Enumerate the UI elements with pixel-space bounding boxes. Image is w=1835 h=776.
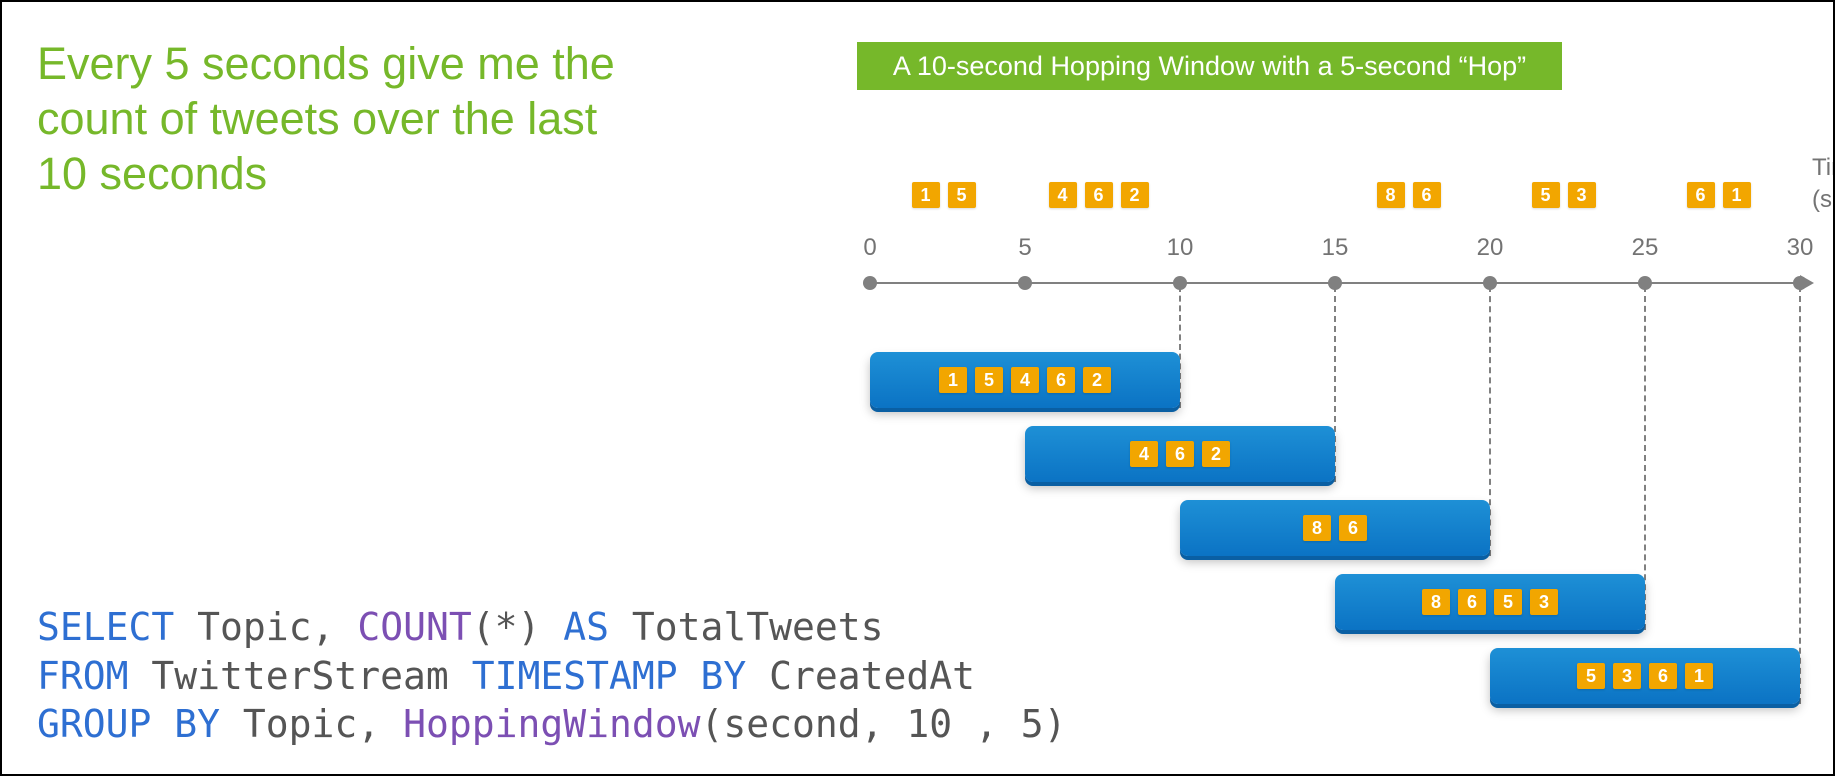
hopping-window: 86: [1180, 500, 1490, 556]
slide: Every 5 seconds give me the count of twe…: [0, 0, 1835, 776]
window-chip: 5: [1494, 589, 1522, 615]
timeline-tick-label: 5: [1018, 234, 1031, 262]
window-chip: 1: [1685, 663, 1713, 689]
window-chip: 6: [1458, 589, 1486, 615]
window-chip: 6: [1649, 663, 1677, 689]
event-chip-row: 86: [1377, 182, 1449, 210]
timeline-tick-label: 10: [1167, 234, 1194, 262]
sql-kw-as: AS: [563, 605, 609, 649]
axis-label-time: Time: [1812, 154, 1835, 182]
window-chip: 6: [1339, 515, 1367, 541]
timeline: 051015202530: [870, 272, 1825, 312]
diagram-banner: A 10-second Hopping Window with a 5-seco…: [857, 42, 1562, 90]
event-chip: 5: [948, 182, 976, 208]
window-chip: 6: [1166, 441, 1194, 467]
timeline-tick-label: 30: [1787, 234, 1814, 262]
sql-fn-hoppingwindow: HoppingWindow: [403, 702, 700, 746]
timeline-tick-label: 20: [1477, 234, 1504, 262]
hopping-window: 15462: [870, 352, 1180, 408]
window-chip: 2: [1083, 367, 1111, 393]
sql-text: (*): [472, 605, 564, 649]
window-chip: 5: [975, 367, 1003, 393]
sql-text: (second, 10 , 5): [700, 702, 1066, 746]
timeline-tick: [863, 276, 877, 290]
hopping-window: 8653: [1335, 574, 1645, 630]
window-chip: 4: [1130, 441, 1158, 467]
sql-kw-timestampby: TIMESTAMP BY: [472, 654, 747, 698]
event-chip: 1: [1723, 182, 1751, 208]
sql-text: TwitterStream: [129, 654, 472, 698]
timeline-tick: [1018, 276, 1032, 290]
window-chip: 5: [1577, 663, 1605, 689]
event-chip: 2: [1121, 182, 1149, 208]
window-chip: 2: [1202, 441, 1230, 467]
event-chip: 3: [1568, 182, 1596, 208]
headline: Every 5 seconds give me the count of twe…: [37, 37, 617, 202]
sql-fn-count: COUNT: [357, 605, 471, 649]
window-chip: 3: [1530, 589, 1558, 615]
event-chip-row: 61: [1687, 182, 1759, 210]
sql-snippet: SELECT Topic, COUNT(*) AS TotalTweets FR…: [37, 603, 1067, 749]
sql-text: CreatedAt: [746, 654, 975, 698]
event-chip: 1: [912, 182, 940, 208]
sql-text: TotalTweets: [609, 605, 884, 649]
window-chip: 8: [1422, 589, 1450, 615]
sql-kw-select: SELECT: [37, 605, 174, 649]
event-chip: 4: [1049, 182, 1077, 208]
sql-kw-groupby: GROUP BY: [37, 702, 220, 746]
hopping-window: 5361: [1490, 648, 1800, 704]
event-chip-row: 462: [1049, 182, 1157, 210]
window-chip: 3: [1613, 663, 1641, 689]
window-chip: 4: [1011, 367, 1039, 393]
hopping-window: 462: [1025, 426, 1335, 482]
window-chip: 1: [939, 367, 967, 393]
window-chip: 8: [1303, 515, 1331, 541]
event-chip: 6: [1085, 182, 1113, 208]
event-chip: 6: [1687, 182, 1715, 208]
event-chip: 6: [1413, 182, 1441, 208]
window-chip: 6: [1047, 367, 1075, 393]
axis-label-secs: (secs): [1812, 186, 1835, 214]
event-chip: 5: [1532, 182, 1560, 208]
sql-text: Topic,: [220, 702, 403, 746]
event-chip-row: 15: [912, 182, 984, 210]
sql-kw-from: FROM: [37, 654, 129, 698]
event-chip: 8: [1377, 182, 1405, 208]
sql-text: Topic,: [174, 605, 357, 649]
timeline-tick-label: 15: [1322, 234, 1349, 262]
window-boundary-line: [1799, 286, 1801, 704]
timeline-tick-label: 0: [863, 234, 876, 262]
event-chip-row: 53: [1532, 182, 1604, 210]
timeline-tick-label: 25: [1632, 234, 1659, 262]
